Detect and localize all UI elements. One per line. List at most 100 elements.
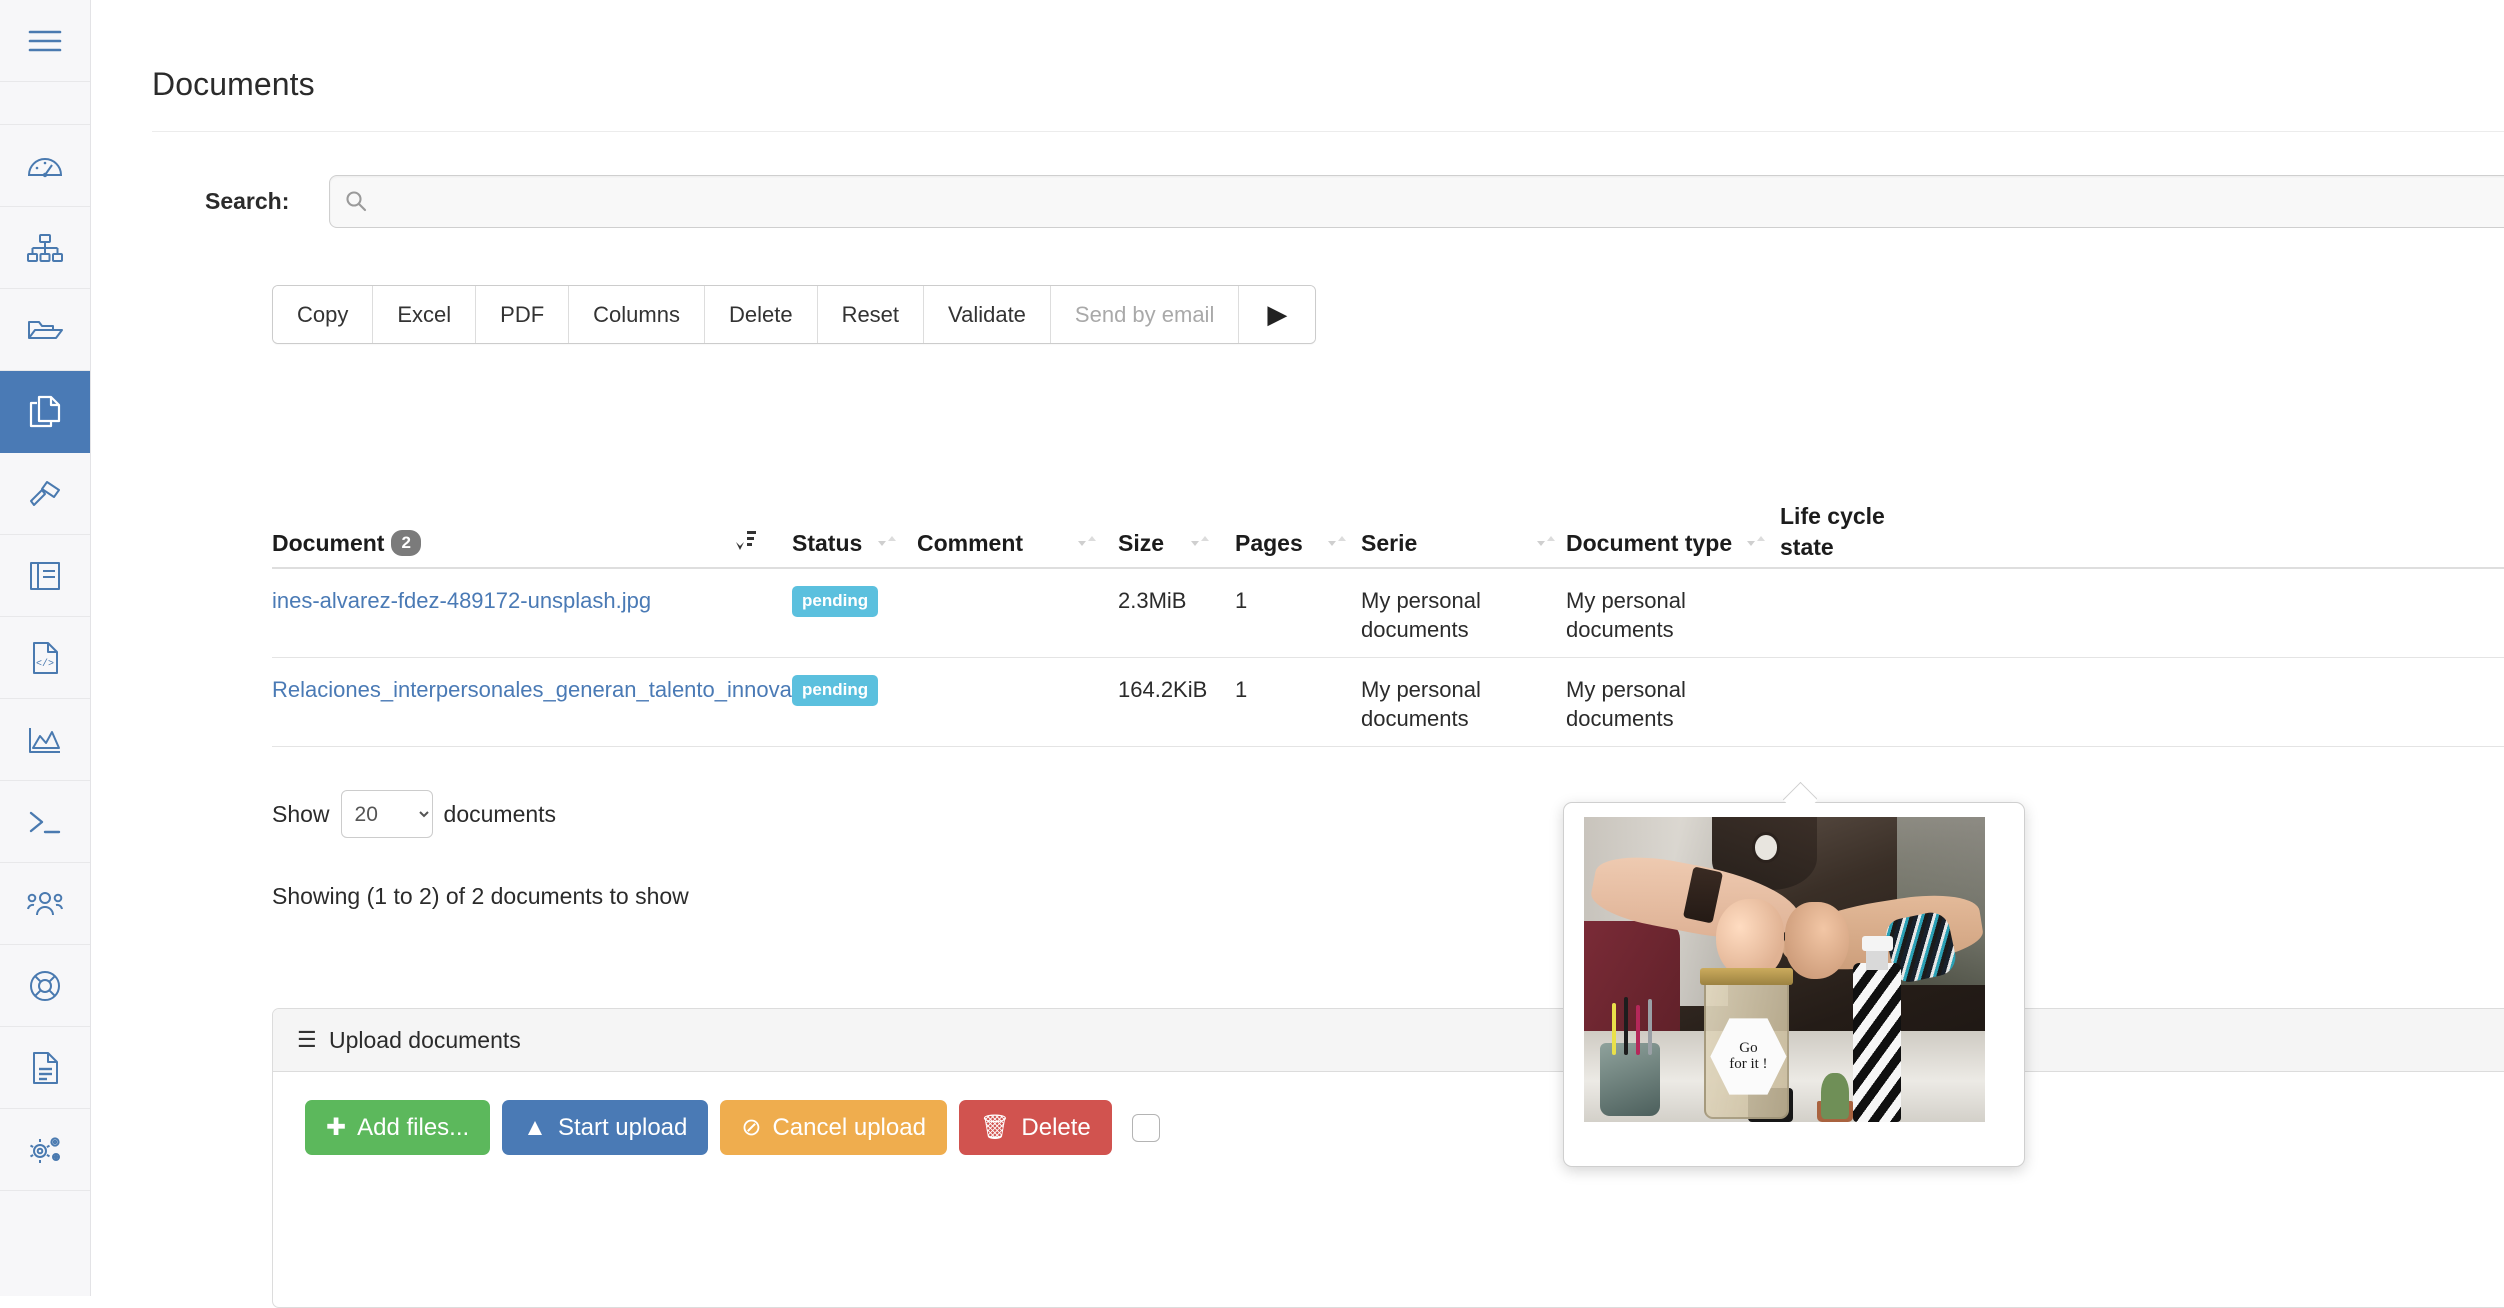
- status-badge: pending: [792, 584, 878, 617]
- page-size-row: Show 102050100 documents: [272, 790, 556, 838]
- pages-cell: 1: [1235, 675, 1247, 704]
- upload-panel-header: ☰ Upload documents: [273, 1009, 2504, 1072]
- sort-icon-document-type[interactable]: [1745, 528, 1767, 554]
- document-count-badge: 2: [391, 530, 420, 556]
- column-header-life-cycle-state[interactable]: Life cycle state: [1780, 501, 1940, 563]
- search-box[interactable]: [329, 175, 2504, 228]
- sidebar-item-terminal[interactable]: [0, 781, 90, 863]
- sidebar-item-tools[interactable]: [0, 453, 90, 535]
- sidebar-item-documents[interactable]: [0, 371, 90, 453]
- book-icon: [29, 561, 61, 591]
- sidebar-item-statistics[interactable]: [0, 699, 90, 781]
- size-cell: 164.2KiB: [1118, 675, 1207, 704]
- status-badge: pending: [792, 673, 878, 706]
- table-row: ines-alvarez-fdez-489172-unsplash.jpg pe…: [272, 569, 2504, 658]
- gauge-icon: [27, 153, 63, 179]
- ban-icon: ⊘: [741, 1116, 761, 1140]
- pdf-button[interactable]: PDF: [476, 286, 569, 343]
- column-header-pages[interactable]: Pages: [1235, 530, 1303, 557]
- sort-active-icon-document[interactable]: [735, 528, 757, 554]
- excel-button[interactable]: Excel: [373, 286, 476, 343]
- column-header-document-type[interactable]: Document type: [1566, 530, 1732, 557]
- file-text-icon: [31, 1052, 59, 1084]
- preview-popover-arrow: [1783, 781, 1817, 803]
- document-link[interactable]: ines-alvarez-fdez-489172-unsplash.jpg: [272, 586, 651, 615]
- search-input[interactable]: [376, 177, 2504, 226]
- search-label: Search:: [205, 188, 289, 215]
- upload-circle-icon: ▲: [523, 1116, 547, 1140]
- cogs-icon: [27, 1135, 63, 1165]
- sidebar-spacer: [0, 82, 90, 125]
- document-preview-image: Go for it !: [1584, 817, 1985, 1122]
- sidebar-item-hamburger-menu[interactable]: [0, 0, 90, 82]
- sidebar: </>: [0, 0, 91, 1296]
- serie-cell: My personal documents: [1361, 586, 1521, 644]
- sort-icon-pages[interactable]: [1326, 528, 1348, 554]
- sort-icon-size[interactable]: [1189, 528, 1211, 554]
- trash-icon: 🗑: [980, 1116, 1010, 1140]
- hamburger-icon: [28, 28, 62, 54]
- select-all-checkbox[interactable]: [1132, 1114, 1160, 1142]
- sidebar-item-help[interactable]: [0, 945, 90, 1027]
- send-by-email-button[interactable]: Send by email: [1051, 286, 1239, 343]
- add-files-button[interactable]: ✚ Add files...: [305, 1100, 490, 1155]
- folder-open-icon: [27, 317, 63, 343]
- copy-button[interactable]: Copy: [273, 286, 373, 343]
- delete-uploads-button[interactable]: 🗑 Delete: [959, 1100, 1112, 1155]
- hamburger-icon: ☰: [297, 1029, 319, 1051]
- column-header-comment[interactable]: Comment: [917, 530, 1023, 557]
- sidebar-item-settings[interactable]: [0, 1109, 90, 1191]
- sidebar-item-dashboard[interactable]: [0, 125, 90, 207]
- search-icon: [344, 189, 368, 213]
- documents-label: documents: [444, 801, 557, 828]
- document-link[interactable]: Relaciones_interpersonales_generan_talen…: [272, 675, 870, 704]
- reset-button[interactable]: Reset: [818, 286, 924, 343]
- table-toolbar: Copy Excel PDF Columns Delete Reset Vali…: [272, 285, 1316, 344]
- sidebar-item-code-document[interactable]: </>: [0, 617, 90, 699]
- sidebar-item-organization-chart[interactable]: [0, 207, 90, 289]
- documents-table: Document2 Status Comment Size: [272, 480, 2504, 747]
- sidebar-item-reports[interactable]: [0, 1027, 90, 1109]
- start-upload-button[interactable]: ▲ Start upload: [502, 1100, 708, 1155]
- life-ring-icon: [29, 970, 61, 1002]
- sidebar-item-users[interactable]: [0, 863, 90, 945]
- document-type-cell: My personal documents: [1566, 675, 1726, 733]
- size-cell: 2.3MiB: [1118, 586, 1186, 615]
- delete-button[interactable]: Delete: [705, 286, 818, 343]
- document-type-cell: My personal documents: [1566, 586, 1726, 644]
- showing-summary: Showing (1 to 2) of 2 documents to show: [272, 883, 689, 910]
- play-icon[interactable]: ▶: [1239, 286, 1315, 343]
- plus-icon: ✚: [326, 1116, 346, 1140]
- users-icon: [27, 891, 63, 917]
- search-row: Search:: [152, 175, 2504, 231]
- cancel-upload-button[interactable]: ⊘ Cancel upload: [720, 1100, 947, 1155]
- title-divider: [152, 131, 2504, 132]
- hammer-icon: [28, 480, 62, 508]
- sitemap-icon: [27, 234, 63, 262]
- upload-panel-body: ✚ Add files... ▲ Start upload ⊘ Cancel u…: [273, 1072, 2504, 1155]
- table-header-row: Document2 Status Comment Size: [272, 480, 2504, 569]
- area-chart-icon: [28, 726, 62, 754]
- document-preview-popover: Go for it !: [1563, 802, 2025, 1167]
- sort-icon-status[interactable]: [876, 528, 898, 554]
- file-code-icon: </>: [31, 642, 59, 674]
- column-header-size[interactable]: Size: [1118, 530, 1164, 557]
- table-row: Relaciones_interpersonales_generan_talen…: [272, 658, 2504, 747]
- column-header-document[interactable]: Document2: [272, 530, 421, 557]
- page-size-select[interactable]: 102050100: [341, 790, 433, 838]
- terminal-icon: [28, 809, 62, 835]
- columns-button[interactable]: Columns: [569, 286, 705, 343]
- page-title: Documents: [152, 66, 315, 103]
- column-header-status[interactable]: Status: [792, 530, 862, 557]
- sidebar-item-folders[interactable]: [0, 289, 90, 371]
- column-header-serie[interactable]: Serie: [1361, 530, 1417, 557]
- pages-cell: 1: [1235, 586, 1247, 615]
- copy-documents-icon: [29, 395, 61, 429]
- serie-cell: My personal documents: [1361, 675, 1521, 733]
- sort-icon-serie[interactable]: [1535, 528, 1557, 554]
- sort-icon-comment[interactable]: [1076, 528, 1098, 554]
- validate-button[interactable]: Validate: [924, 286, 1051, 343]
- upload-panel-title: Upload documents: [329, 1027, 521, 1054]
- sidebar-item-catalog[interactable]: [0, 535, 90, 617]
- upload-panel: ☰ Upload documents ✚ Add files... ▲ Star…: [272, 1008, 2504, 1308]
